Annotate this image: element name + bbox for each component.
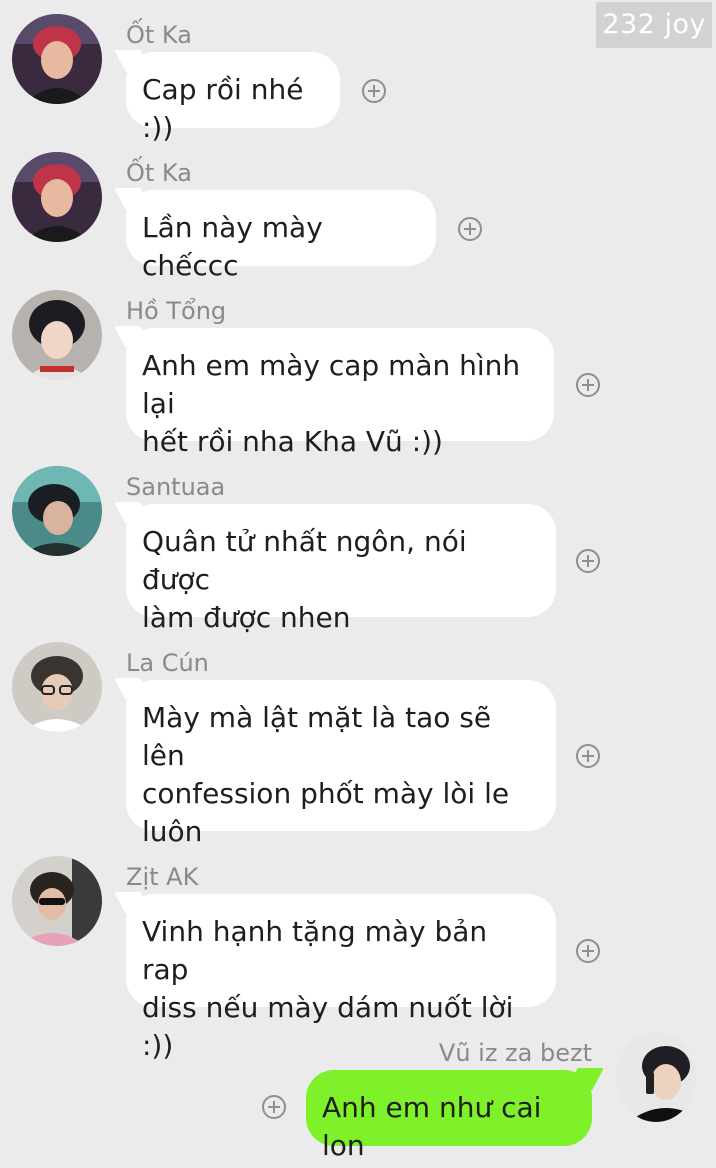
sender-name: Zịt AK (126, 863, 199, 891)
message-bubble[interactable]: Quân tử nhất ngôn, nói được làm được nhe… (126, 504, 556, 634)
avatar-phone-icon (616, 1032, 696, 1122)
message-text: Quân tử nhất ngôn, nói được làm được nhe… (142, 525, 467, 634)
message-text: Lần này mày chếccc (142, 211, 323, 282)
message-text: Mày mà lật mặt là tao sẽ lên confession … (142, 701, 510, 848)
avatar-glasses-icon (12, 642, 102, 732)
watermark: 232 joy (596, 2, 712, 48)
message-bubble[interactable]: Cap rồi nhé :)) (126, 52, 340, 144)
avatar[interactable] (12, 290, 102, 380)
message-bubble[interactable]: Lần này mày chếccc (126, 190, 436, 282)
message-text: Anh em mày cap màn hình lại hết rồi nha … (142, 349, 521, 458)
avatar-red-hair-icon (12, 14, 102, 104)
message-bubble[interactable]: Vinh hạnh tặng mày bản rap diss nếu mày … (126, 894, 556, 1062)
add-reaction-icon[interactable] (576, 549, 600, 573)
add-reaction-icon[interactable] (576, 373, 600, 397)
avatar[interactable] (12, 642, 102, 732)
avatar[interactable] (12, 856, 102, 946)
sender-name: La Cún (126, 649, 209, 677)
sender-name: Vũ iz za bezt (438, 1039, 592, 1067)
message-text: Cap rồi nhé :)) (142, 73, 304, 144)
sender-name: Ốt Ka (126, 159, 192, 187)
message-bubble[interactable]: Anh em mày cap màn hình lại hết rồi nha … (126, 328, 554, 458)
add-reaction-icon[interactable] (576, 939, 600, 963)
message-bubble[interactable]: Anh em như cai lon (306, 1070, 592, 1162)
add-reaction-icon[interactable] (362, 79, 386, 103)
sender-name: Santuaa (126, 473, 226, 501)
avatar-dark-hair-icon (12, 290, 102, 380)
avatar[interactable] (12, 466, 102, 556)
add-reaction-icon[interactable] (576, 744, 600, 768)
avatar[interactable] (616, 1032, 696, 1122)
avatar-sunglasses-icon (12, 856, 102, 946)
sender-name: Hồ Tổng (126, 297, 227, 325)
sender-name: Ốt Ka (126, 21, 192, 49)
message-bubble[interactable]: Mày mà lật mặt là tao sẽ lên confession … (126, 680, 556, 848)
avatar-teal-icon (12, 466, 102, 556)
add-reaction-icon[interactable] (458, 217, 482, 241)
add-reaction-icon[interactable] (262, 1095, 286, 1119)
avatar[interactable] (12, 152, 102, 242)
message-text: Anh em như cai lon (322, 1091, 542, 1162)
avatar[interactable] (12, 14, 102, 104)
avatar-red-hair-icon (12, 152, 102, 242)
